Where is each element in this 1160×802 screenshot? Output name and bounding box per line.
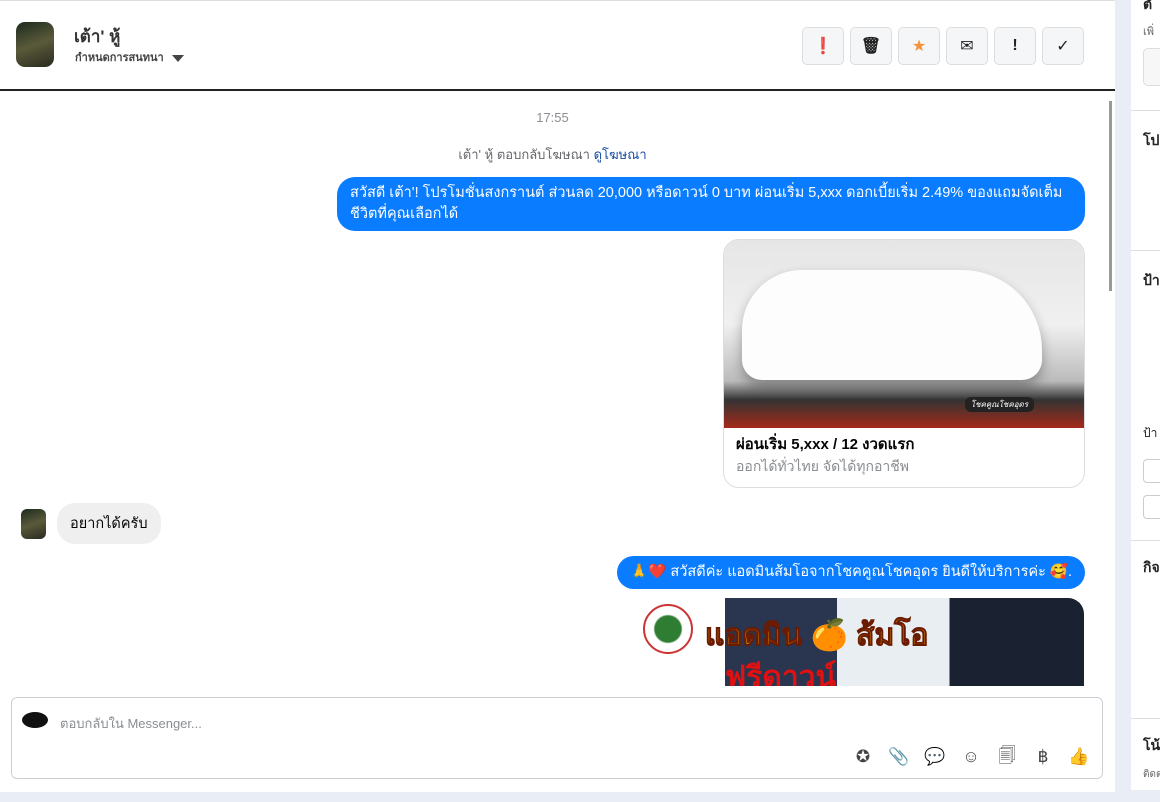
ad-card[interactable]: โชคคูณโชคอุดร ผ่อนเริ่ม 5,xxx / 12 งวดแร… xyxy=(723,239,1085,488)
conversation-header: เต้า' หู้ กำหนดการสนทนา ❗ 🗑 ★ ✉ ! ✓ xyxy=(0,1,1115,91)
reply-composer[interactable]: ตอบกลับใน Messenger... ✪ 📎 💬 ☺ 🗐 ฿ 👍 xyxy=(11,697,1103,779)
like-icon[interactable]: 👍 xyxy=(1068,746,1090,768)
image-caption: โชคคูณโชคอุดร xyxy=(964,397,1034,412)
section-text: ติดต xyxy=(1143,769,1160,780)
card-title: ผ่อนเริ่ม 5,xxx / 12 งวดแรก xyxy=(736,436,915,453)
avatar[interactable] xyxy=(16,22,54,67)
view-ad-link[interactable]: ดูโฆษณา xyxy=(594,147,647,162)
attach-icon[interactable]: 📎 xyxy=(888,746,910,768)
saved-reply-icon[interactable]: ✪ xyxy=(852,746,874,768)
car-image: โชคคูณโชคอุดร xyxy=(724,240,1084,428)
promo-image[interactable]: แอดมิน 🍊 ส้มโอ ฟรีดาวน์ xyxy=(635,598,1084,686)
page-avatar xyxy=(22,712,48,728)
reply-input[interactable]: ตอบกลับใน Messenger... xyxy=(60,713,202,734)
scrollbar[interactable] xyxy=(1109,101,1112,291)
assign-label: กำหนดการสนทนา xyxy=(75,52,164,64)
message-outgoing: สวัสดี เต้า'! โปรโมชั่นสงกรานต์ ส่วนลด 2… xyxy=(337,177,1085,231)
label-input[interactable] xyxy=(1143,495,1160,519)
star-button[interactable]: ★ xyxy=(898,27,940,65)
ad-reply-note: เต้า' หู้ ตอบกลับโฆษณา ดูโฆษณา xyxy=(0,144,1105,165)
message-incoming: อยากได้ครับ xyxy=(57,503,161,544)
spam-button[interactable]: ❗ xyxy=(802,27,844,65)
promo-line-1: แอดมิน 🍊 ส้มโอ xyxy=(704,619,929,653)
emoji-icon[interactable]: ☺ xyxy=(960,746,982,768)
section-heading: โป xyxy=(1143,132,1160,148)
section-text: ป้า xyxy=(1143,426,1158,440)
chat-icon[interactable]: 💬 xyxy=(924,746,946,768)
ad-note-text: เต้า' หู้ ตอบกลับโฆษณา xyxy=(458,147,590,162)
section-heading: ตั xyxy=(1143,0,1153,12)
assign-conversation-dropdown[interactable]: กำหนดการสนทนา xyxy=(75,48,184,66)
payment-icon[interactable]: ฿ xyxy=(1032,746,1054,768)
important-button[interactable]: ! xyxy=(994,27,1036,65)
mark-unread-button[interactable]: ✉ xyxy=(946,27,988,65)
contact-name[interactable]: เต้า' หู้ xyxy=(74,23,120,50)
section-heading: โน้ xyxy=(1143,737,1160,753)
template-icon[interactable]: 🗐 xyxy=(996,746,1018,768)
label-input[interactable] xyxy=(1143,459,1160,483)
dealer-logo xyxy=(643,604,693,654)
caret-down-icon xyxy=(171,54,184,62)
avatar xyxy=(21,509,46,539)
section-heading: กิจ xyxy=(1143,559,1160,575)
right-panel: ตั เพิ่ โป ป้า ป้า กิจ โน้ ติดต xyxy=(1131,0,1160,790)
promo-line-2: ฟรีดาวน์ xyxy=(725,661,837,686)
delete-button[interactable]: 🗑 xyxy=(850,27,892,65)
input-box[interactable] xyxy=(1143,48,1160,86)
card-subtitle: ออกได้ทั่วไทย จัดได้ทุกอาชีพ xyxy=(736,458,910,474)
message-thread[interactable]: 17:55 เต้า' หู้ ตอบกลับโฆษณา ดูโฆษณา สวั… xyxy=(0,93,1105,686)
timestamp: 17:55 xyxy=(536,110,569,125)
section-heading: ป้า xyxy=(1143,272,1160,288)
conversation-panel: เต้า' หู้ กำหนดการสนทนา ❗ 🗑 ★ ✉ ! ✓ 17:5… xyxy=(0,0,1115,792)
message-outgoing: 🙏❤️ สวัสดีค่ะ แอดมินส้มโอจากโชคคูณโชคอุด… xyxy=(617,556,1085,589)
done-button[interactable]: ✓ xyxy=(1042,27,1084,65)
section-text: เพิ่ xyxy=(1143,26,1155,38)
